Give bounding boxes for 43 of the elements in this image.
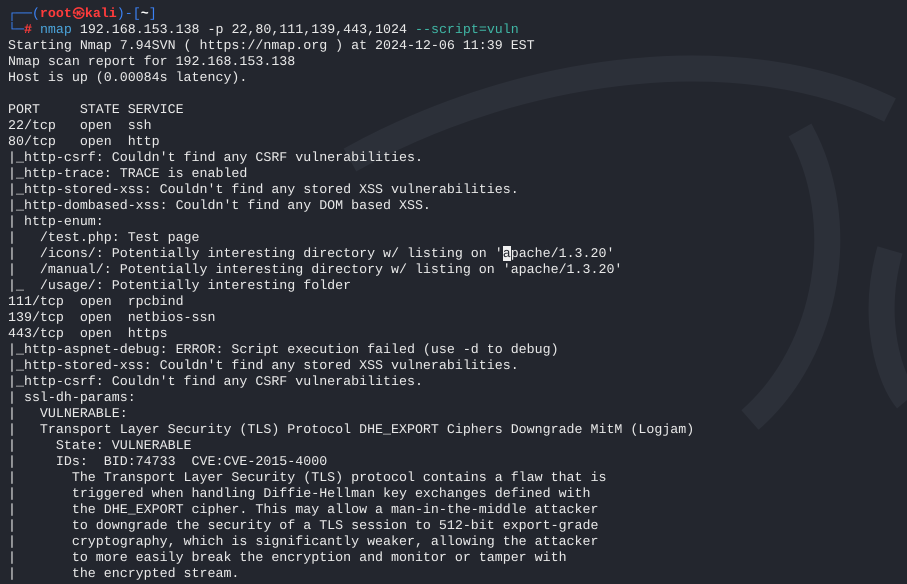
output-line: | IDs: BID:74733 CVE:CVE-2015-4000	[8, 454, 328, 470]
output-line: 22/tcp open ssh	[8, 118, 152, 134]
prompt-corner: ┌──(	[8, 6, 40, 22]
output-line: | to downgrade the security of a TLS session to 512-bit export-grade	[8, 518, 598, 534]
output-line: | Transport Layer Security (TLS) Protocol DHE_EXPORT Ciphers Downgrade MitM (Logjam)	[8, 422, 694, 438]
command-arguments: 192.168.153.138 -p 22,80,111,139,443,1024	[80, 22, 408, 38]
output-line: | /test.php: Test page	[8, 230, 200, 246]
output-line: | triggered when handling Diffie-Hellman key exchanges defined with	[8, 486, 590, 502]
command-option: --script=vuln	[415, 22, 519, 38]
output-line: |_http-trace: TRACE is enabled	[8, 166, 248, 182]
prompt-bracket: ]	[148, 6, 157, 22]
prompt-user-host: root㉿kali	[40, 6, 117, 22]
output-line: 443/tcp open https	[8, 326, 168, 342]
output-line: | /manual/: Potentially interesting directory w/ listing on 'apache/1.3.20'	[8, 262, 622, 278]
output-line: |_http-csrf: Couldn't find any CSRF vulnerabilities.	[8, 374, 423, 390]
output-line: | The Transport Layer Security (TLS) protocol contains a flaw that is	[8, 470, 606, 486]
output-line: | the encrypted stream.	[8, 566, 240, 582]
prompt-symbol: #	[24, 22, 32, 38]
output-line: |_http-aspnet-debug: ERROR: Script execution failed (use -d to debug)	[8, 342, 559, 358]
output-line: Starting Nmap 7.94SVN ( https://nmap.org ) at 2024-12-06 11:39 EST	[8, 38, 535, 54]
output-line: | ssl-dh-params:	[8, 390, 137, 406]
output-line: | cryptography, which is significantly weaker, allowing the attacker	[8, 534, 598, 550]
output-line: | State: VULNERABLE	[8, 438, 192, 454]
prompt-corner: └─	[8, 22, 24, 38]
output-line: | the DHE_EXPORT cipher. This may allow a man-in-the-middle attacker	[8, 502, 598, 518]
output-line: |_http-dombased-xss: Couldn't find any DOM based XSS.	[8, 198, 431, 214]
output-line: | http-enum:	[8, 214, 105, 230]
output-line: |_http-stored-xss: Couldn't find any stored XSS vulnerabilities.	[8, 182, 519, 198]
output-line: | VULNERABLE:	[8, 406, 128, 422]
output-line: 80/tcp open http	[8, 134, 160, 150]
output-line: |_http-stored-xss: Couldn't find any stored XSS vulnerabilities.	[8, 358, 519, 374]
output-line: PORT STATE SERVICE	[8, 102, 184, 118]
prompt-separator: )-[	[116, 6, 141, 22]
output-line: | /icons/: Potentially interesting directory w/ listing on 'apache/1.3.20'	[8, 246, 614, 262]
output-line: | to more easily break the encryption and monitor or tamper with	[8, 550, 567, 566]
output-line: 139/tcp open netbios-ssn	[8, 310, 216, 326]
output-line: |_ /usage/: Potentially interesting folder	[8, 278, 352, 294]
output-line: |_http-csrf: Couldn't find any CSRF vulnerabilities.	[8, 150, 423, 166]
output-line: 111/tcp open rpcbind	[8, 294, 184, 310]
output-line: Nmap scan report for 192.168.153.138	[8, 54, 296, 70]
output-line: Host is up (0.00084s latency).	[8, 70, 248, 86]
command-name: nmap	[40, 22, 72, 38]
prompt-directory: ~	[140, 6, 149, 22]
